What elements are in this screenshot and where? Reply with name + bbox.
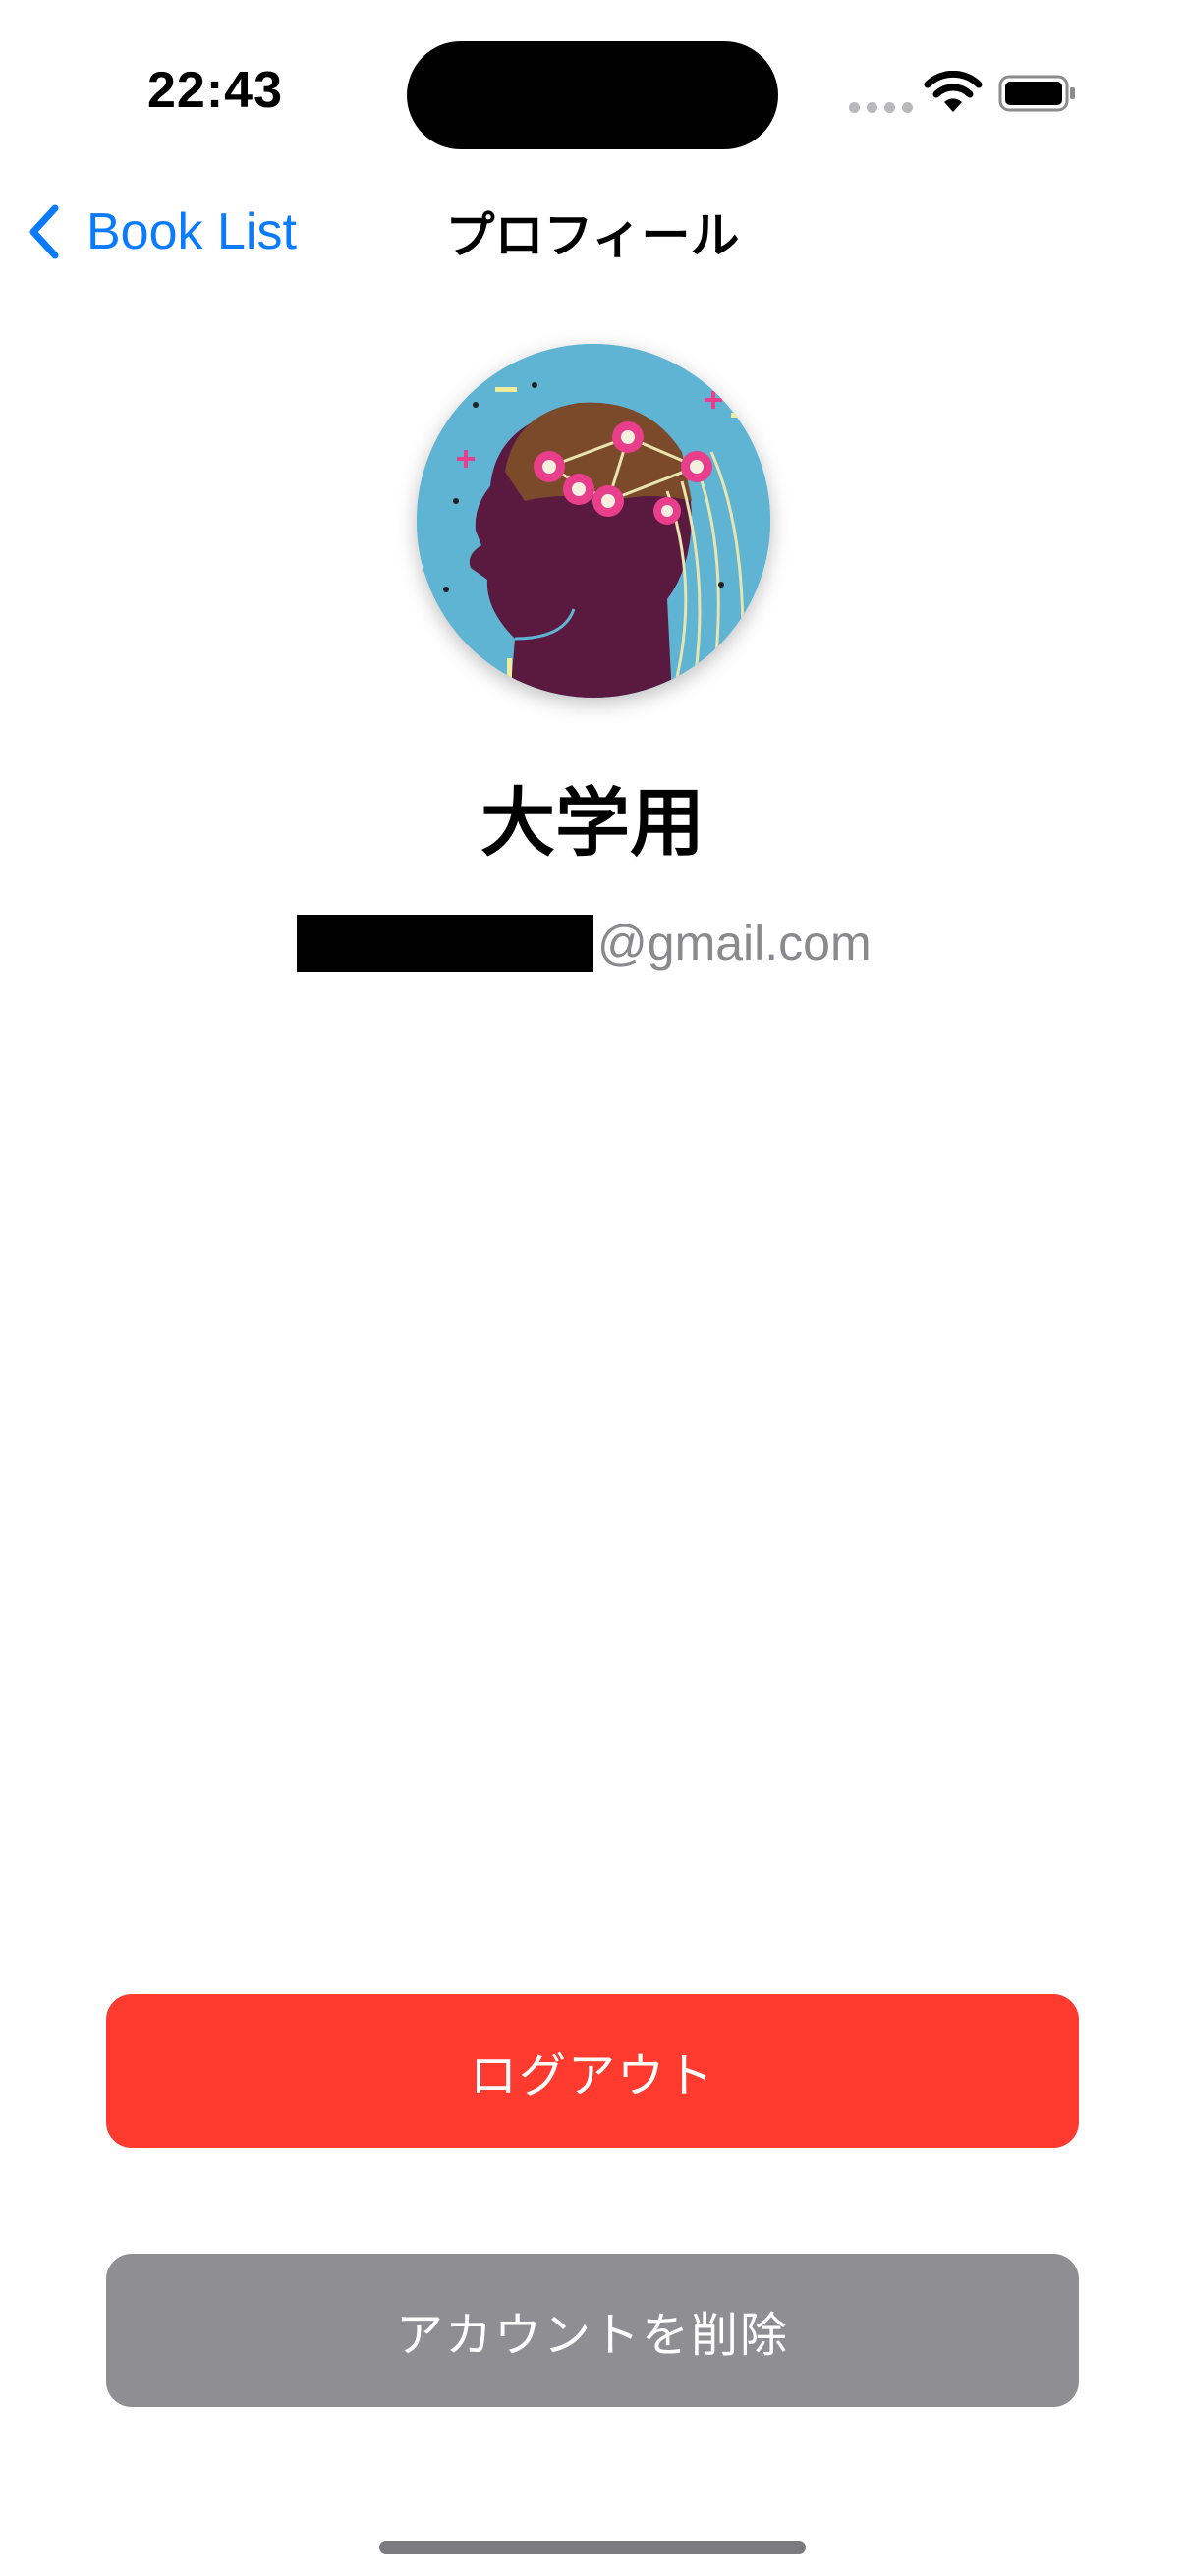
profile-email: @gmail.com <box>297 914 872 973</box>
status-time: 22:43 <box>147 62 283 119</box>
profile-name: 大学用 <box>480 782 705 866</box>
wifi-icon <box>924 71 983 112</box>
email-domain: @gmail.com <box>597 916 872 971</box>
battery-icon <box>998 75 1075 112</box>
signal-dots-icon <box>849 102 913 113</box>
delete-account-button[interactable]: アカウントを削除 <box>106 2254 1079 2407</box>
logout-button[interactable]: ログアウト <box>106 1994 1079 2148</box>
avatar <box>417 344 770 698</box>
avatar-illustration <box>417 344 770 698</box>
page-title: プロフィール <box>445 208 740 263</box>
email-redaction <box>297 915 593 972</box>
home-indicator[interactable] <box>379 2541 806 2554</box>
dynamic-island <box>407 41 778 149</box>
